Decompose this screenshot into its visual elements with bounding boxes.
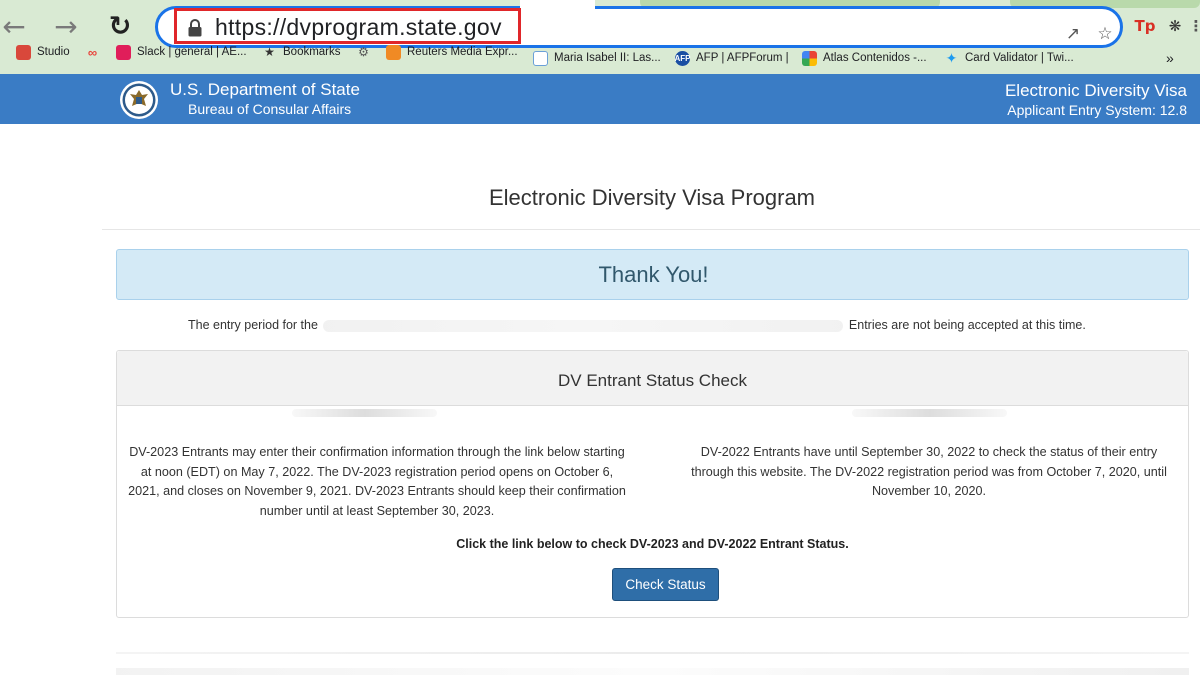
doc-icon — [533, 50, 548, 66]
check-status-instruction: Click the link below to check DV-2023 an… — [456, 537, 849, 551]
bookmark-label: Reuters Media Expr... — [407, 46, 518, 58]
footer-divider — [116, 652, 1189, 654]
bookmark-item[interactable]: ✦ Card Validator | Twi... — [944, 48, 1079, 68]
bookmark-label: Atlas Contenidos -... — [823, 52, 927, 64]
back-arrow-icon: ← — [2, 9, 26, 43]
url-text[interactable]: https://dvprogram.state.gov — [215, 14, 502, 41]
bookmark-item[interactable]: Maria Isabel II: Las... — [533, 48, 663, 68]
panel-heading: DV Entrant Status Check — [117, 351, 1188, 406]
reload-icon: ↻ — [108, 10, 132, 42]
status-check-title: DV Entrant Status Check — [558, 371, 747, 390]
system-version: Applicant Entry System: 12.8 — [1007, 102, 1187, 118]
bookmark-label: Bookmarks — [283, 46, 341, 58]
back-button[interactable]: ← — [0, 8, 32, 44]
bookmark-label: Maria Isabel II: Las... — [554, 52, 661, 64]
studio-icon — [16, 44, 31, 60]
thank-you-alert: Thank You! — [116, 249, 1189, 300]
page-title: Electronic Diversity Visa Program — [488, 185, 816, 210]
bookmark-label: Card Validator | Twi... — [965, 52, 1074, 64]
star-icon: ★ — [264, 45, 275, 59]
bookmark-label: Slack | general | AE... — [137, 46, 246, 58]
bureau-name: Bureau of Consular Affairs — [188, 101, 352, 117]
atlas-icon — [802, 50, 817, 66]
status-check-panel: DV Entrant Status Check DV-2023 Entrants… — [116, 350, 1189, 618]
infinity-icon: ∞ — [87, 44, 98, 60]
redacted-footer-text — [116, 668, 1189, 675]
dv2023-info-text: DV-2023 Entrants may enter their confirm… — [128, 445, 626, 518]
more-bookmarks-button[interactable]: » — [1166, 48, 1182, 68]
bookmark-item[interactable]: AFP AFP | AFPForum | — [675, 48, 793, 68]
bookmark-item[interactable]: ★ Bookmarks — [262, 42, 342, 62]
forward-arrow-icon: → — [54, 9, 78, 43]
bookmark-item[interactable]: Reuters Media Expr... — [386, 42, 518, 62]
period-suffix: Entries are not being accepted at this t… — [848, 318, 1086, 332]
slack-icon — [116, 44, 131, 60]
entry-period-notice: The entry period for the Entries are not… — [188, 318, 1086, 332]
site-header: U.S. Department of State Bureau of Consu… — [0, 74, 1200, 124]
bookmark-star-icon[interactable]: ☆ — [1095, 24, 1115, 44]
omnibox-fill — [520, 0, 595, 10]
redacted-text — [323, 319, 844, 332]
menu-icon[interactable]: ⋮ — [1189, 15, 1200, 37]
department-name[interactable]: U.S. Department of State — [170, 80, 360, 100]
gear-icon: ⚙ — [358, 45, 369, 59]
twitter-icon: ✦ — [945, 49, 958, 66]
bookmarks-bar: Studio ∞ Slack | general | AE... ★ Bookm… — [0, 44, 1200, 74]
extensions-puzzle-icon[interactable]: ❋ — [1164, 15, 1186, 37]
system-title: Electronic Diversity Visa — [1004, 81, 1187, 100]
bookmark-label: Studio — [37, 46, 70, 58]
extension-tp-icon[interactable]: Tp — [1134, 15, 1156, 37]
forward-button[interactable]: → — [48, 8, 84, 44]
bookmark-item[interactable]: Studio — [16, 42, 76, 62]
divider — [102, 229, 1200, 230]
bookmark-item[interactable]: Slack | general | AE... — [116, 42, 246, 62]
bookmark-item[interactable]: Atlas Contenidos -... — [802, 48, 934, 68]
reuters-icon — [386, 44, 401, 60]
check-status-button[interactable]: Check Status — [612, 568, 719, 601]
bookmark-item[interactable]: ⚙ — [356, 42, 378, 62]
thank-you-text: Thank You! — [598, 262, 709, 287]
redacted-heading — [852, 409, 1007, 417]
lock-icon — [188, 19, 202, 37]
browser-chrome: ← → ↻ ↗ ☆ https://dvprogram.state.gov Tp… — [0, 0, 1200, 74]
redacted-heading — [292, 409, 437, 417]
url-highlight-box[interactable]: https://dvprogram.state.gov — [174, 8, 521, 44]
share-icon[interactable]: ↗ — [1063, 24, 1083, 44]
afp-icon: AFP — [675, 50, 691, 66]
dv2022-info-text: DV-2022 Entrants have until September 30… — [691, 445, 1167, 498]
bookmark-label: AFP | AFPForum | — [696, 52, 789, 64]
period-prefix: The entry period for the — [188, 318, 318, 332]
state-department-seal-icon — [120, 81, 158, 119]
bookmark-item[interactable]: ∞ — [85, 42, 110, 62]
reload-button[interactable]: ↻ — [102, 8, 138, 44]
